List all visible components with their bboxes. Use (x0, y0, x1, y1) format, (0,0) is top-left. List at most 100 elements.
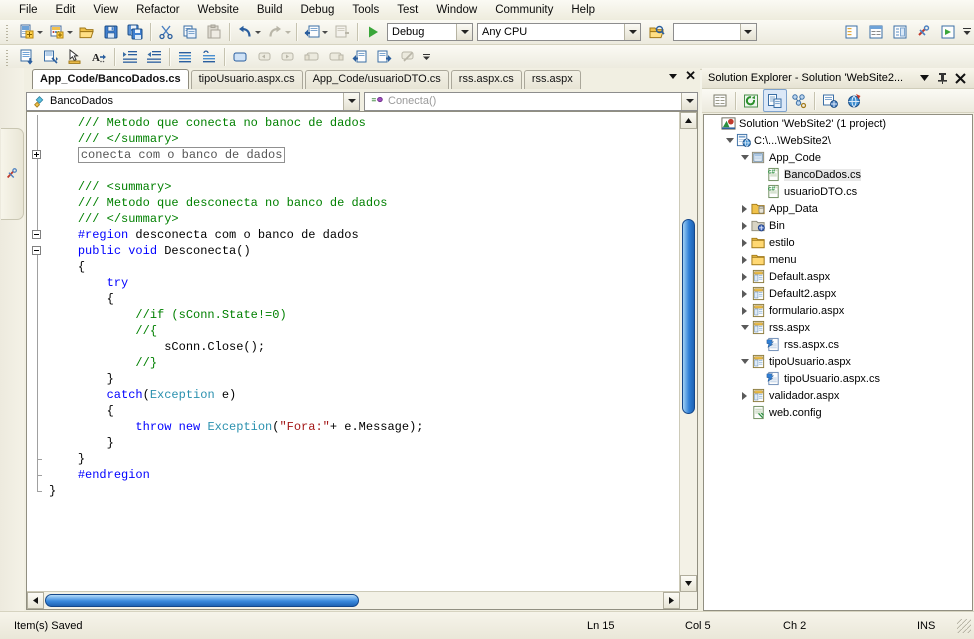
source-code[interactable]: /// Metodo que conecta no banoc de dados… (49, 112, 680, 592)
increase-indent-button[interactable] (118, 46, 142, 69)
solution-tree[interactable]: Solution 'WebSite2' (1 project) C:\...\We… (703, 114, 973, 611)
code-editor[interactable]: /// Metodo que conecta no banoc de dados… (26, 111, 698, 610)
collapsed-region-block[interactable]: conecta com o banco de dados (77, 147, 286, 163)
collapse-region-button[interactable] (32, 246, 41, 255)
cut-button[interactable] (154, 21, 178, 44)
toolbar-overflow-button[interactable] (420, 46, 433, 69)
tree-item[interactable]: Default2.aspx (704, 285, 972, 302)
tree-item[interactable]: c# usuarioDTO.cs (704, 183, 972, 200)
active-files-dropdown-icon[interactable] (669, 73, 678, 79)
aspnet-configuration-button[interactable] (842, 89, 866, 112)
menu-item-view[interactable]: View (84, 1, 127, 19)
chevron-down-icon[interactable] (681, 92, 697, 110)
more-buttons-button[interactable] (960, 21, 974, 44)
nest-related-files-button[interactable] (787, 89, 811, 112)
prev-bookmark-folder-button[interactable] (300, 46, 324, 69)
properties-window-button[interactable] (864, 21, 888, 44)
tree-item[interactable]: rss.aspx.cs (704, 336, 972, 353)
find-combo[interactable] (673, 23, 757, 41)
toolbar-grip[interactable] (4, 23, 12, 41)
open-file-button[interactable] (75, 21, 99, 44)
tree-item[interactable]: menu (704, 251, 972, 268)
toolbox-window-button[interactable] (912, 21, 936, 44)
toolbox-auto-hide-tab[interactable] (1, 128, 24, 220)
horizontal-scrollbar-thumb[interactable] (45, 594, 359, 607)
menu-item-tools[interactable]: Tools (343, 1, 388, 19)
expand-region-button[interactable] (32, 150, 41, 159)
solution-explorer-button[interactable] (840, 21, 864, 44)
next-bookmark-button[interactable] (276, 46, 300, 69)
member-dropdown[interactable]: Conecta() (364, 91, 698, 111)
document-tab[interactable]: App_Code/usuarioDTO.cs (304, 70, 449, 89)
collapse-region-button[interactable] (32, 230, 41, 239)
tree-item[interactable]: formulario.aspx (704, 302, 972, 319)
navigate-forward-button-2[interactable] (372, 46, 396, 69)
start-page-button[interactable] (936, 21, 960, 44)
vertical-scrollbar[interactable] (679, 112, 697, 592)
document-tab[interactable]: tipoUsuario.aspx.cs (190, 70, 303, 89)
menu-item-edit[interactable]: Edit (47, 1, 85, 19)
scroll-up-button[interactable] (680, 112, 697, 129)
tree-item[interactable]: web.config (704, 404, 972, 421)
tree-item[interactable]: validador.aspx (704, 387, 972, 404)
start-debugging-button[interactable] (361, 21, 385, 44)
tree-expander-collapsed-icon[interactable] (738, 234, 751, 251)
tree-expander-collapsed-icon[interactable] (738, 217, 751, 234)
solution-configuration-dropdown[interactable]: Debug (387, 23, 473, 41)
toolbar-grip[interactable] (4, 48, 12, 66)
auto-hide-button[interactable] (934, 70, 950, 86)
navigate-back-button[interactable] (300, 21, 324, 44)
find-symbol-button[interactable]: A (87, 46, 111, 69)
save-all-button[interactable] (123, 21, 147, 44)
save-button[interactable] (99, 21, 123, 44)
tree-item[interactable]: App_Code (704, 149, 972, 166)
find-in-files-button[interactable] (645, 21, 669, 44)
next-bookmark-folder-button[interactable] (324, 46, 348, 69)
toolbox-button[interactable] (63, 46, 87, 69)
solution-platform-dropdown[interactable]: Any CPU (477, 23, 641, 41)
menu-item-help[interactable]: Help (562, 1, 604, 19)
tree-expander-collapsed-icon[interactable] (738, 302, 751, 319)
menu-item-window[interactable]: Window (427, 1, 486, 19)
menu-item-debug[interactable]: Debug (291, 1, 343, 19)
properties-button[interactable] (708, 89, 732, 112)
display-database-button[interactable] (15, 46, 39, 69)
comment-block-button[interactable] (173, 46, 197, 69)
previous-bookmark-button[interactable] (252, 46, 276, 69)
menu-item-refactor[interactable]: Refactor (127, 1, 188, 19)
uncomment-block-button[interactable] (197, 46, 221, 69)
tree-expander-collapsed-icon[interactable] (738, 200, 751, 217)
new-website-button[interactable] (45, 21, 69, 44)
refresh-button[interactable] (739, 89, 763, 112)
tree-expander-collapsed-icon[interactable] (738, 387, 751, 404)
close-panel-button[interactable] (952, 70, 968, 86)
tree-item[interactable]: Bin (704, 217, 972, 234)
tree-expander-collapsed-icon[interactable] (738, 285, 751, 302)
chevron-down-icon[interactable] (739, 24, 756, 40)
tree-item[interactable]: tipoUsuario.aspx (704, 353, 972, 370)
chevron-down-icon[interactable] (624, 24, 640, 40)
tree-expander-collapsed-icon[interactable] (738, 251, 751, 268)
menu-item-website[interactable]: Website (189, 1, 248, 19)
view-code-button[interactable] (763, 89, 787, 112)
code-text-area[interactable]: /// Metodo que conecta no banoc de dados… (27, 112, 680, 592)
horizontal-scrollbar[interactable] (27, 591, 680, 609)
tree-item[interactable]: C:\...\WebSite2\ (704, 132, 972, 149)
redo-button[interactable] (263, 21, 287, 44)
new-item-button[interactable] (15, 21, 39, 44)
tree-expander-expanded-icon[interactable] (738, 149, 751, 166)
close-document-icon[interactable]: ✕ (685, 69, 696, 82)
tree-expander-expanded-icon[interactable] (738, 353, 751, 370)
outlining-margin[interactable] (27, 112, 49, 592)
tree-expander-expanded-icon[interactable] (723, 132, 736, 149)
tree-item[interactable]: Solution 'WebSite2' (1 project) (704, 115, 972, 132)
tree-item[interactable]: estilo (704, 234, 972, 251)
properties-window-button-2[interactable] (39, 46, 63, 69)
tree-expander-expanded-icon[interactable] (738, 319, 751, 336)
chevron-down-icon[interactable] (343, 92, 359, 110)
undo-button[interactable] (233, 21, 257, 44)
resize-grip[interactable] (957, 618, 971, 633)
tree-expander-collapsed-icon[interactable] (738, 268, 751, 285)
decrease-indent-button[interactable] (142, 46, 166, 69)
object-browser-button[interactable] (888, 21, 912, 44)
